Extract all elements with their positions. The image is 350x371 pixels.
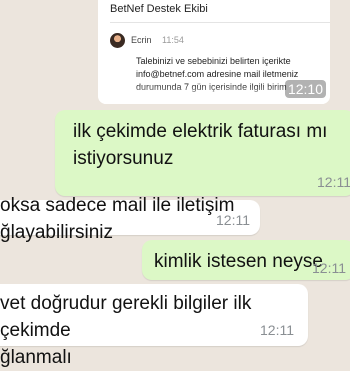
message-time: 12:11 xyxy=(260,322,294,338)
message-time: 12:11 xyxy=(312,260,346,276)
divider xyxy=(110,22,330,23)
message-time: 12:11 xyxy=(216,212,250,228)
message-bubble-outgoing[interactable]: kimlik istesen neyse 12:11 xyxy=(142,240,350,280)
message-line: kimlik istesen neyse xyxy=(154,251,323,272)
message-line: ilk çekimde elektrik faturası mı xyxy=(73,121,328,142)
message-bubble-outgoing[interactable]: ilk çekimde elektrik faturası mı istiyor… xyxy=(55,110,350,196)
message-bubble-incoming[interactable]: oksa sadece mail ile iletişim ğlayabilir… xyxy=(0,195,260,243)
message-line: oksa sadece mail ile iletişim xyxy=(0,195,235,216)
contact-avatar xyxy=(110,33,125,48)
card-timestamp: 12:10 xyxy=(284,80,326,98)
message-time: 12:11 xyxy=(317,174,350,190)
message-text: oksa sadece mail ile iletişim ğlayabilir… xyxy=(0,192,234,246)
contact-name: Ecrin xyxy=(131,35,152,45)
quoted-message-card[interactable]: BetNef Destek Ekibi Ecrin 11:54 Talebini… xyxy=(98,0,330,104)
message-line: istiyorsunuz xyxy=(73,148,174,169)
message-line: ğlanmalı xyxy=(0,347,72,368)
card-body-line: Talebinizi ve sebebinizi belirten içerik… xyxy=(136,56,291,66)
message-bubble-incoming[interactable]: vet doğrudur gerekli bilgiler ilk çekimd… xyxy=(0,284,308,368)
signature-text: BetNef Destek Ekibi xyxy=(110,3,208,15)
message-text: ilk çekimde elektrik faturası mı istiyor… xyxy=(73,118,327,172)
message-text: kimlik istesen neyse xyxy=(154,248,323,275)
contact-time: 11:54 xyxy=(162,35,184,45)
